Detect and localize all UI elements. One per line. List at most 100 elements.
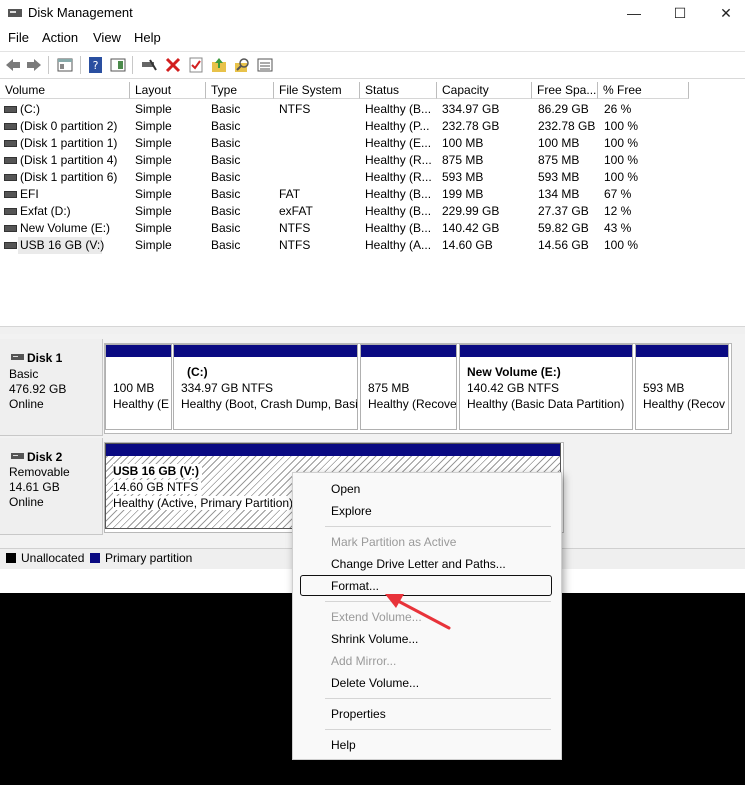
column-header-file-system[interactable]: File System — [274, 82, 360, 99]
menu-open[interactable]: Open — [331, 482, 360, 496]
up-folder-icon[interactable] — [210, 56, 228, 74]
disk-1-partition-6[interactable]: 593 MB Healthy (Recov — [635, 344, 729, 430]
table-row[interactable]: New Volume (E:) Simple Basic NTFS Healthy (B… — [0, 220, 745, 237]
table-cell: Basic — [211, 136, 241, 150]
menu-view[interactable]: View — [93, 30, 121, 45]
table-cell: Simple — [135, 221, 172, 235]
table-cell: 593 MB — [442, 170, 484, 184]
connect-icon[interactable] — [140, 56, 158, 74]
menu-help[interactable]: Help — [331, 738, 356, 752]
disk-1-partition-c[interactable]: (C:) 334.97 GB NTFS Healthy (Boot, Crash… — [173, 344, 358, 430]
table-cell: 26 % — [604, 102, 632, 116]
table-cell: 100 % — [604, 153, 639, 167]
disk-1-partition-1[interactable]: 100 MB Healthy (E — [105, 344, 172, 430]
table-row[interactable]: (Disk 1 partition 6) Simple Basic Healthy (… — [0, 169, 745, 186]
menu-action[interactable]: Action — [42, 30, 78, 45]
help-icon[interactable]: ? — [87, 56, 105, 74]
menu-change-drive-letter[interactable]: Change Drive Letter and Paths... — [331, 557, 506, 571]
primary-partition-bar — [174, 345, 357, 357]
column-header-free-space[interactable]: Free Spa... — [532, 82, 598, 99]
console-tree-icon[interactable] — [56, 56, 74, 74]
column-header-type[interactable]: Type — [206, 82, 274, 99]
table-cell: NTFS — [279, 238, 311, 252]
partition-size: 100 MB — [113, 381, 155, 395]
toolbar-separator — [48, 56, 49, 74]
table-cell: Simple — [135, 119, 172, 133]
table-cell: NTFS — [279, 221, 311, 235]
partition-status: Healthy (Boot, Crash Dump, Basi — [181, 397, 357, 411]
disk-1-partition-4[interactable]: 875 MB Healthy (Recove — [360, 344, 457, 430]
primary-partition-swatch — [90, 553, 100, 563]
table-cell: 86.29 GB — [538, 102, 589, 116]
delete-icon[interactable] — [164, 56, 182, 74]
maximize-button[interactable]: ☐ — [657, 0, 703, 26]
table-cell: Basic — [211, 153, 241, 167]
menu-shrink-volume[interactable]: Shrink Volume... — [331, 632, 418, 646]
disk-1-type: Basic — [9, 367, 39, 381]
forward-arrow-icon[interactable] — [25, 56, 43, 74]
drive-icon — [4, 208, 17, 215]
title-bar: Disk Management — ☐ ✕ — [0, 0, 745, 26]
primary-partition-bar — [106, 345, 171, 357]
table-row[interactable]: Exfat (D:) Simple Basic exFAT Healthy (B... 2… — [0, 203, 745, 220]
table-cell: 14.56 GB — [538, 238, 589, 252]
menu-delete-volume[interactable]: Delete Volume... — [331, 676, 419, 690]
table-cell: (Disk 1 partition 6) — [20, 170, 118, 184]
menu-file[interactable]: File — [8, 30, 29, 45]
table-cell: 875 MB — [442, 153, 484, 167]
table-cell: Healthy (R... — [365, 153, 432, 167]
legend-unallocated: Unallocated — [21, 551, 85, 565]
table-row[interactable]: (Disk 0 partition 2) Simple Basic Healthy (… — [0, 118, 745, 135]
table-cell: 334.97 GB — [442, 102, 500, 116]
search-icon[interactable] — [233, 56, 251, 74]
disk-1-state: Online — [9, 397, 44, 411]
table-row[interactable]: EFI Simple Basic FAT Healthy (B... 199 MB 134 … — [0, 186, 745, 203]
disk-2-state: Online — [9, 495, 44, 509]
disk-1-partitions: 100 MB Healthy (E (C:) 334.97 GB NTFS He… — [104, 343, 732, 434]
table-cell: EFI — [20, 187, 39, 201]
menu-bar: File Action View Help — [0, 28, 745, 48]
column-header-layout[interactable]: Layout — [130, 82, 206, 99]
column-header-percent-free[interactable]: % Free — [598, 82, 689, 99]
properties-pane-icon[interactable] — [109, 56, 127, 74]
table-row[interactable]: (Disk 1 partition 4) Simple Basic Healthy (… — [0, 152, 745, 169]
table-row[interactable]: (Disk 1 partition 1) Simple Basic Healthy (… — [0, 135, 745, 152]
menu-explore[interactable]: Explore — [331, 504, 372, 518]
table-cell: Exfat (D:) — [20, 204, 71, 218]
table-cell: 12 % — [604, 204, 632, 218]
table-cell: 100 % — [604, 238, 639, 252]
table-cell: 199 MB — [442, 187, 484, 201]
toolbar-separator — [132, 56, 133, 74]
table-cell: (Disk 1 partition 1) — [20, 136, 118, 150]
disk-2-label[interactable]: Disk 2 Removable 14.61 GB Online — [0, 438, 103, 535]
check-icon[interactable] — [187, 56, 205, 74]
list-icon[interactable] — [256, 56, 274, 74]
back-arrow-icon[interactable] — [4, 56, 22, 74]
drive-icon — [4, 157, 17, 164]
partition-status: Healthy (Recove — [368, 397, 456, 411]
column-header-status[interactable]: Status — [360, 82, 437, 99]
column-header-capacity[interactable]: Capacity — [437, 82, 532, 99]
table-cell: FAT — [279, 187, 301, 201]
disk-2-size: 14.61 GB — [9, 480, 60, 494]
close-button[interactable]: ✕ — [703, 0, 745, 26]
menu-properties[interactable]: Properties — [331, 707, 386, 721]
partition-context-menu: Open Explore Mark Partition as Active Ch… — [292, 472, 562, 760]
menu-add-mirror: Add Mirror... — [331, 654, 397, 668]
menu-format[interactable]: Format... — [331, 579, 379, 593]
disk-1-partition-e[interactable]: New Volume (E:) 140.42 GB NTFS Healthy (… — [459, 344, 633, 430]
disk-1-label[interactable]: Disk 1 Basic 476.92 GB Online — [0, 339, 103, 436]
primary-partition-bar — [361, 345, 456, 357]
table-cell: Healthy (E... — [365, 136, 432, 150]
table-cell: 100 MB — [442, 136, 484, 150]
drive-icon — [4, 106, 17, 113]
disk-1-name: Disk 1 — [27, 351, 63, 365]
menu-help[interactable]: Help — [134, 30, 161, 45]
table-cell: Healthy (A... — [365, 238, 432, 252]
table-cell: Healthy (B... — [365, 221, 432, 235]
minimize-button[interactable]: — — [611, 0, 657, 26]
disk-icon — [11, 354, 24, 360]
table-row[interactable]: USB 16 GB (V:) Simple Basic NTFS Healthy (A.… — [0, 237, 745, 254]
table-row[interactable]: (C:) Simple Basic NTFS Healthy (B... 334.97 G… — [0, 101, 745, 118]
column-header-volume[interactable]: Volume — [0, 82, 130, 99]
